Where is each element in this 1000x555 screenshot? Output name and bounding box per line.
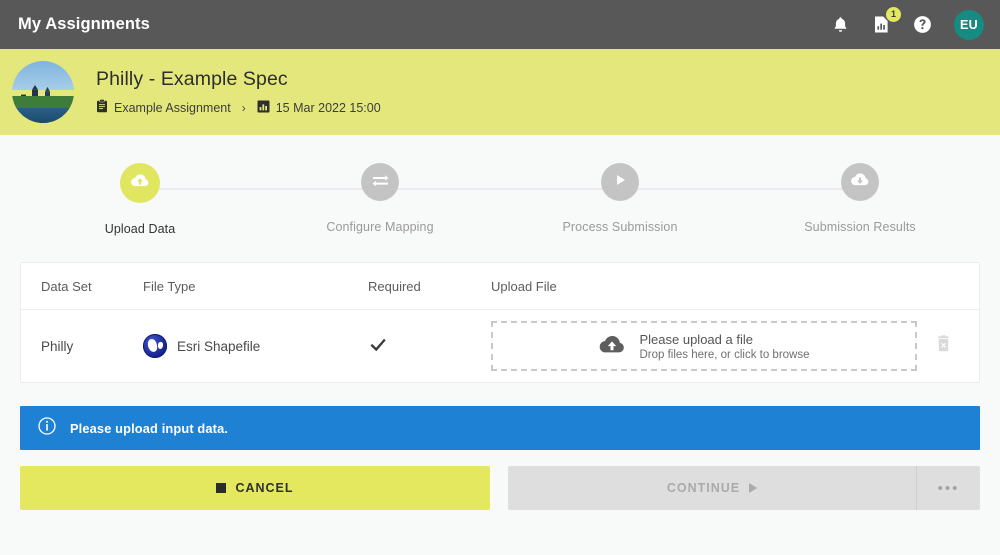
workflow-stepper: Upload Data Configure Mapping Process Su… xyxy=(0,135,1000,236)
page-title: Philly - Example Spec xyxy=(96,68,288,90)
play-triangle-icon xyxy=(612,172,628,193)
cell-file-type: Esri Shapefile xyxy=(143,334,368,358)
help-button[interactable] xyxy=(910,13,934,37)
cell-delete-action xyxy=(917,335,969,357)
cancel-button[interactable]: CANCEL xyxy=(20,466,490,510)
step-process-submission-circle[interactable] xyxy=(601,163,639,201)
chart-bars-icon xyxy=(257,100,270,116)
cell-upload: Please upload a file Drop files here, or… xyxy=(491,321,917,371)
step-upload-data[interactable]: Upload Data xyxy=(20,163,380,236)
column-header-required: Required xyxy=(368,278,421,294)
more-options-button[interactable]: ••• xyxy=(916,466,980,510)
dropzone-secondary-text: Drop files here, or click to browse xyxy=(639,348,810,361)
table-header-row: Data Set File Type Required Upload File xyxy=(21,263,979,310)
play-triangle-icon xyxy=(749,483,758,493)
breadcrumb-assignment-label: Example Assignment xyxy=(114,100,231,115)
user-avatar[interactable]: EU xyxy=(954,9,984,40)
top-bar-actions: 1 EU xyxy=(828,6,984,40)
notifications-bell-button[interactable] xyxy=(828,13,852,37)
breadcrumb-separator-icon: › xyxy=(241,100,246,115)
ellipsis-icon: ••• xyxy=(937,479,960,497)
cloud-upload-icon xyxy=(130,173,150,194)
breadcrumb: Example Assignment › 15 Mar 2022 15:00 xyxy=(96,99,381,116)
cancel-button-label: CANCEL xyxy=(235,481,294,495)
cell-required xyxy=(368,335,491,358)
cloud-download-icon xyxy=(850,172,870,193)
app-top-bar: My Assignments 1 EU xyxy=(0,0,1000,49)
column-header-file-type: File Type xyxy=(143,278,196,294)
step-process-submission-label: Process Submission xyxy=(562,220,678,234)
file-dropzone[interactable]: Please upload a file Drop files here, or… xyxy=(491,321,917,371)
step-submission-results-label: Submission Results xyxy=(804,220,916,234)
table-row: Philly Esri Shapefile Please upload a fi… xyxy=(21,310,979,382)
help-question-icon xyxy=(913,15,932,34)
action-bar: CANCEL CONTINUE ••• xyxy=(20,466,980,510)
philadelphia-skyline-thumbnail xyxy=(12,61,74,123)
cell-file-type-label: Esri Shapefile xyxy=(177,338,261,354)
trash-delete-icon[interactable] xyxy=(935,335,952,357)
esri-globe-icon xyxy=(143,334,167,358)
transfer-arrows-icon xyxy=(371,172,390,192)
step-configure-mapping-label: Configure Mapping xyxy=(326,220,434,234)
clipboard-icon xyxy=(96,99,108,116)
info-banner-message: Please upload input data. xyxy=(70,420,229,436)
breadcrumb-date[interactable]: 15 Mar 2022 15:00 xyxy=(257,100,381,116)
checkmark-icon xyxy=(368,335,388,355)
continue-button[interactable]: CONTINUE xyxy=(508,466,916,510)
breadcrumb-date-label: 15 Mar 2022 15:00 xyxy=(275,100,381,115)
upload-table-card: Data Set File Type Required Upload File … xyxy=(20,262,980,383)
info-circle-icon xyxy=(38,416,56,440)
step-submission-results[interactable]: Submission Results xyxy=(740,163,980,236)
cloud-upload-icon xyxy=(598,334,626,359)
column-header-upload-file: Upload File xyxy=(491,278,557,294)
stop-square-icon xyxy=(216,483,227,493)
continue-button-group: CONTINUE ••• xyxy=(508,466,980,510)
continue-button-label: CONTINUE xyxy=(666,481,741,495)
info-banner: Please upload input data. xyxy=(20,406,980,450)
breadcrumb-assignment[interactable]: Example Assignment xyxy=(96,99,231,116)
cell-data-set: Philly xyxy=(41,338,74,354)
step-upload-data-circle[interactable] xyxy=(120,163,160,203)
reports-badge-count: 1 xyxy=(886,6,901,22)
page-header-text: Philly - Example Spec Example Assignment… xyxy=(96,68,381,116)
dropzone-primary-text: Please upload a file xyxy=(639,331,753,347)
reports-chart-button[interactable]: 1 xyxy=(869,6,901,37)
notifications-bell-icon xyxy=(832,16,849,34)
column-header-data-set: Data Set xyxy=(41,278,92,294)
step-configure-mapping[interactable]: Configure Mapping xyxy=(260,163,620,236)
step-configure-mapping-circle[interactable] xyxy=(361,163,399,201)
app-title: My Assignments xyxy=(18,15,150,33)
step-process-submission[interactable]: Process Submission xyxy=(500,163,860,236)
step-upload-data-label: Upload Data xyxy=(104,222,176,236)
step-submission-results-circle[interactable] xyxy=(841,163,879,201)
page-header: Philly - Example Spec Example Assignment… xyxy=(0,49,1000,135)
dropzone-texts: Please upload a file Drop files here, or… xyxy=(639,332,809,361)
